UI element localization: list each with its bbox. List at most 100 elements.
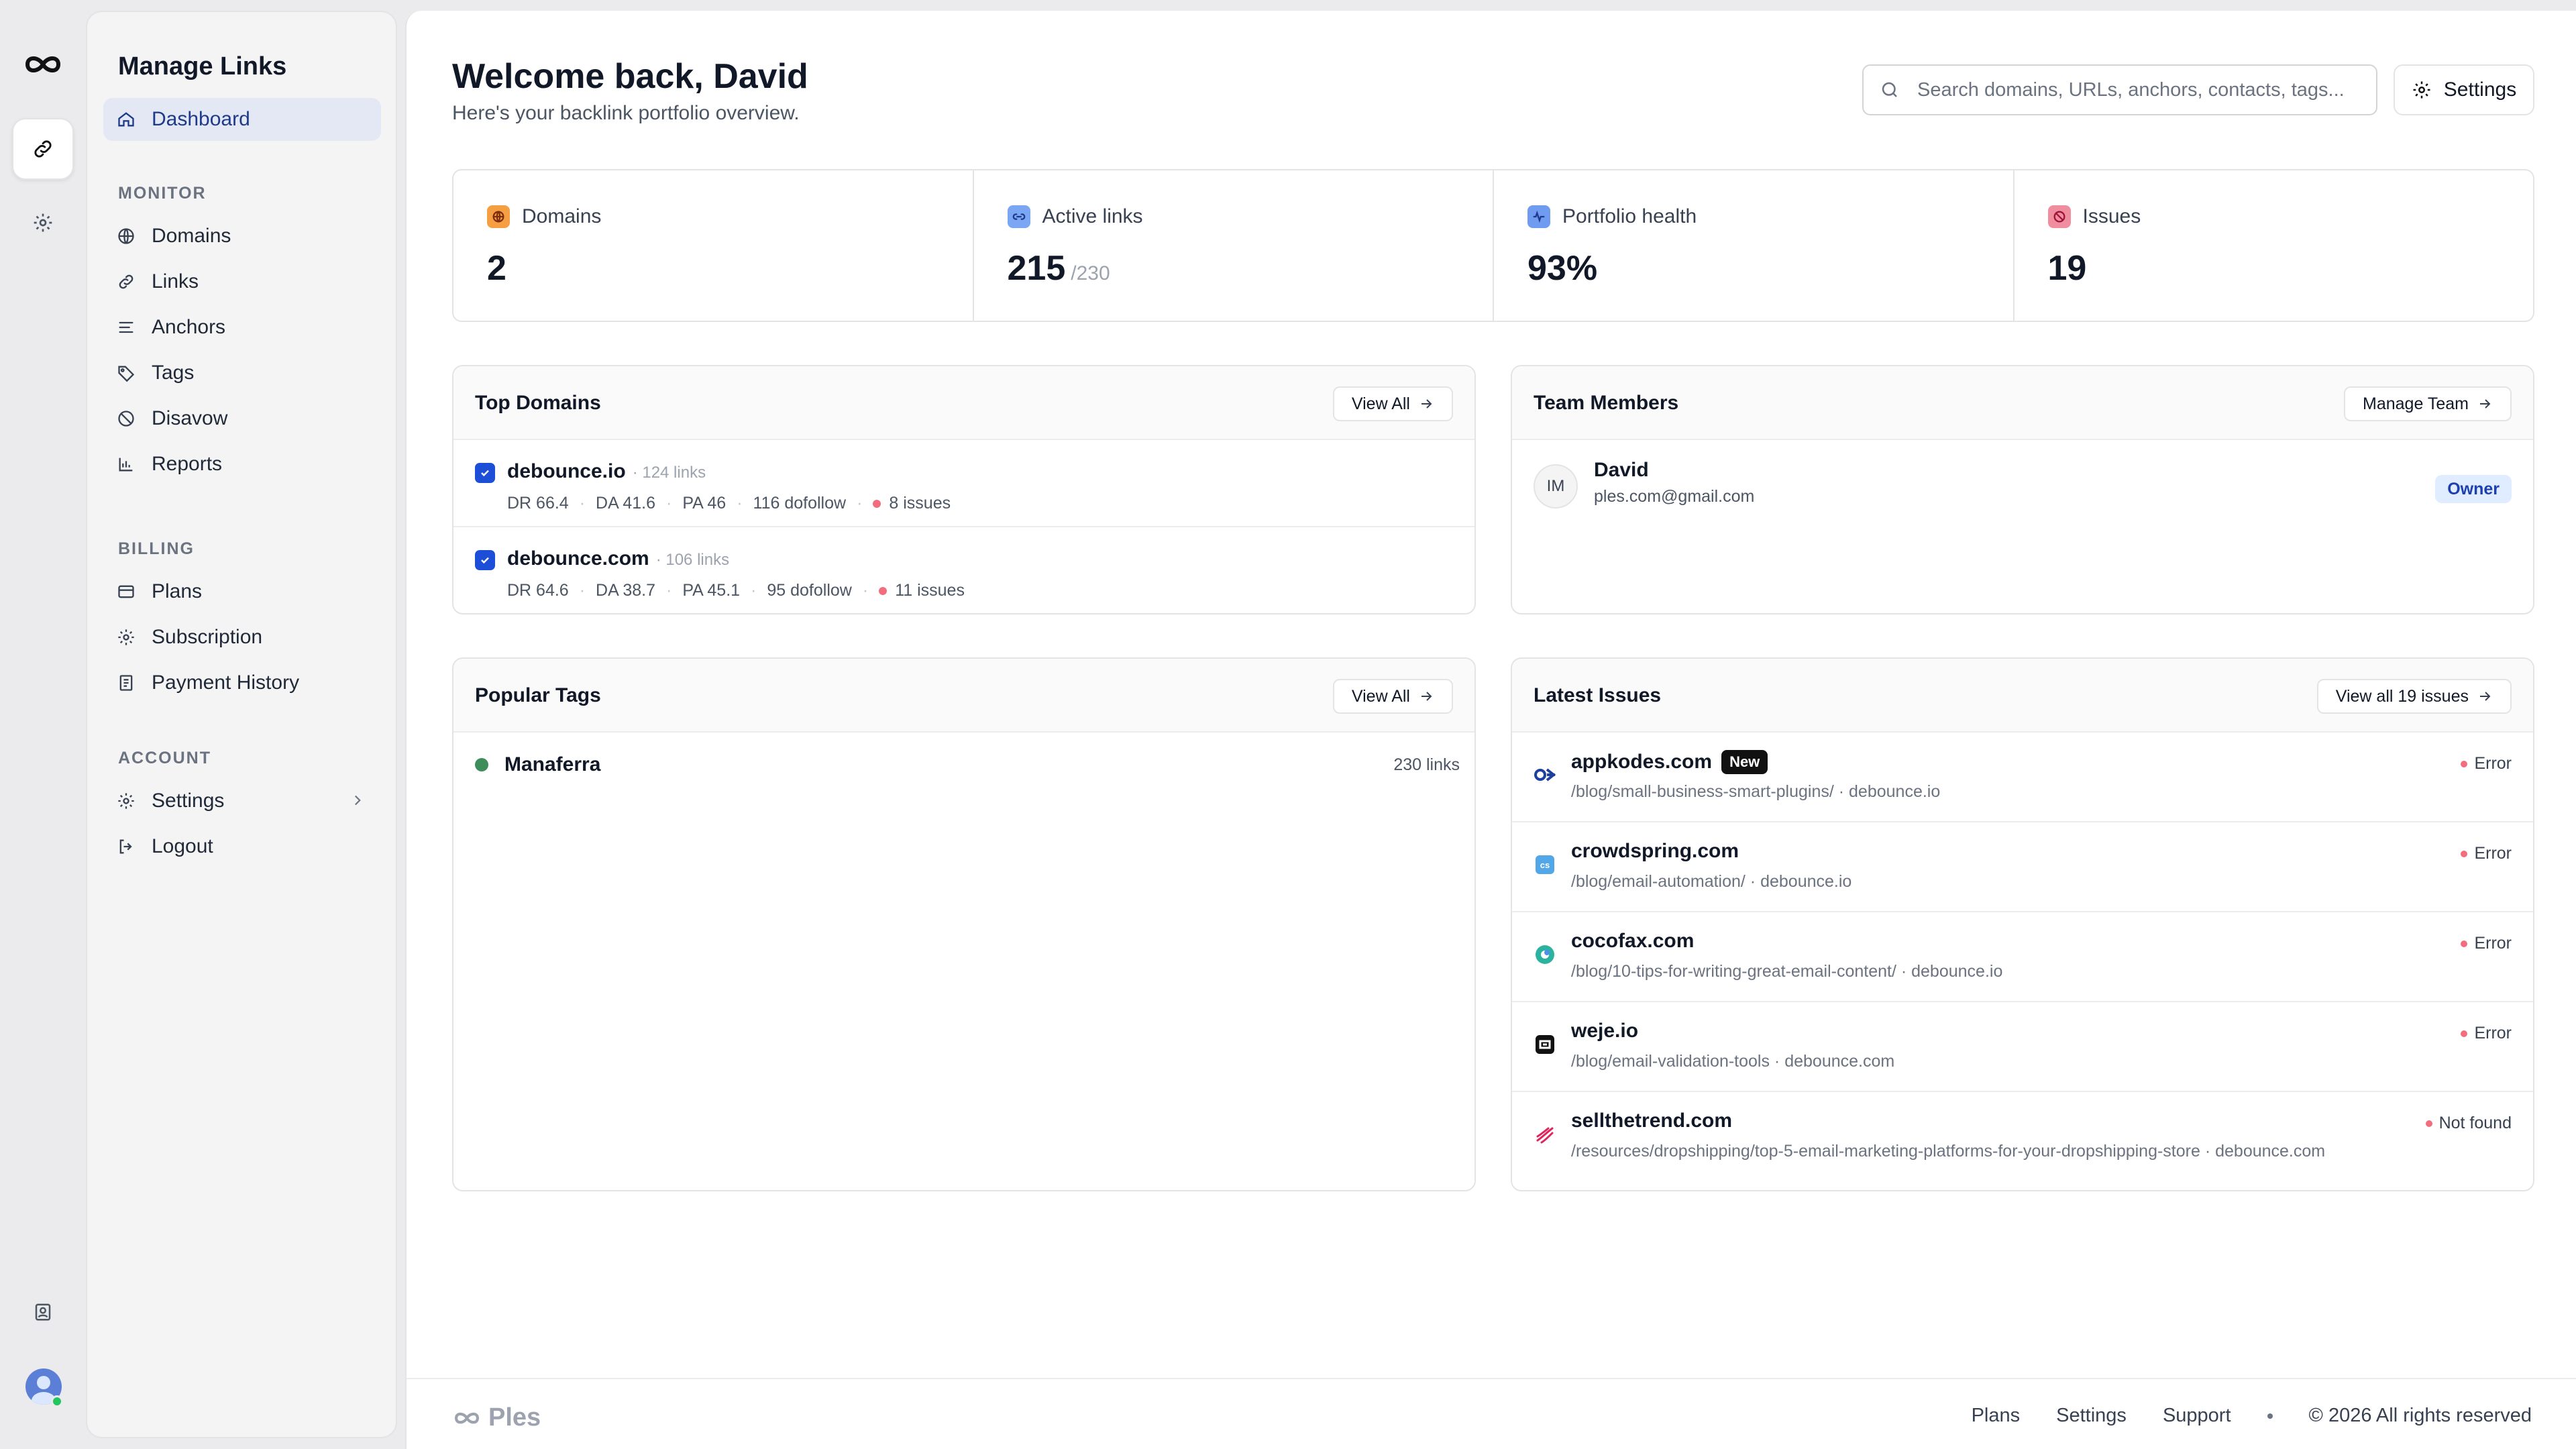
status-badge: Error (2474, 844, 2512, 863)
metric-dr: DR 64.6 (507, 581, 569, 600)
appkodes-logo-icon (1534, 763, 1556, 786)
issue-domain: cocofax.com (1571, 930, 1695, 952)
button-label: Manage Team (2363, 394, 2469, 413)
sidebar-item-disavow[interactable]: Disavow (103, 397, 381, 440)
stat-label: Issues (2082, 205, 2141, 227)
stat-value: 93% (1527, 249, 1598, 288)
ban-icon (115, 408, 137, 429)
stat-label: Domains (522, 205, 602, 227)
link-icon (1007, 205, 1030, 228)
infinity-logo-icon[interactable] (22, 47, 64, 82)
metric-pa: PA 46 (682, 494, 727, 513)
footer-link-settings[interactable]: Settings (2056, 1405, 2127, 1427)
view-all-issues-button[interactable]: View all 19 issues (2316, 679, 2512, 714)
issue-path: /blog/10-tips-for-writing-great-email-co… (1571, 962, 2003, 981)
page-title: Welcome back, David (452, 57, 808, 96)
search-input[interactable] (1917, 78, 2353, 101)
search-box[interactable] (1862, 64, 2377, 115)
footer: Ples Plans Settings Support © 2026 All r… (407, 1378, 2576, 1449)
issue-row[interactable]: appkodes.com New /blog/small-business-sma… (1512, 733, 2533, 822)
receipt-icon (115, 672, 137, 694)
stat-value: 215 (1007, 249, 1066, 288)
metric-pa: PA 45.1 (682, 581, 741, 600)
sidebar-item-label: Disavow (152, 407, 228, 429)
sidebar-title: Manage Links (118, 52, 287, 80)
globe-icon (487, 205, 510, 228)
sidebar-item-tags[interactable]: Tags (103, 352, 381, 394)
rail-settings-button[interactable] (12, 192, 74, 254)
domain-row[interactable]: debounce.io · 124 links DR 66.4 · DA 41.6 ·… (453, 440, 1474, 527)
sidebar-item-label: Links (152, 270, 199, 292)
domain-row[interactable]: debounce.com · 106 links DR 64.6 · DA 38.7… (453, 527, 1474, 613)
issue-domain: crowdspring.com (1571, 840, 1739, 862)
sidebar-item-label: Anchors (152, 316, 226, 338)
settings-button[interactable]: Settings (2394, 64, 2534, 115)
rail-links-button[interactable] (12, 118, 74, 180)
metric-da: DA 38.7 (596, 581, 655, 600)
sidebar-item-links[interactable]: Links (103, 260, 381, 303)
issue-domain: sellthetrend.com (1571, 1110, 1733, 1132)
sidebar-item-dashboard[interactable]: Dashboard (103, 98, 381, 141)
main-content: Welcome back, David Here's your backlink… (405, 11, 2576, 1449)
avatar: IM (1534, 464, 1578, 508)
sidebar-item-label: Plans (152, 580, 203, 602)
rail-contacts-button[interactable] (12, 1281, 74, 1343)
footer-link-plans[interactable]: Plans (1972, 1405, 2021, 1427)
issue-row[interactable]: cocofax.com /blog/10-tips-for-writing-gr… (1512, 912, 2533, 1002)
arrow-right-icon (1418, 688, 1434, 704)
tag-count: 230 links (1393, 755, 1460, 774)
metric-issues: 8 issues (889, 494, 951, 513)
stat-issues: Issues 19 (2015, 170, 2534, 321)
globe-icon (115, 225, 137, 247)
issue-dot (873, 499, 881, 508)
status-badge: Error (2474, 1024, 2512, 1042)
tag-name: Manaferra (504, 753, 601, 775)
link-icon (32, 138, 54, 160)
domain-favicon-icon (475, 550, 495, 570)
section-billing: BILLING (118, 539, 195, 558)
tag-row[interactable]: Manaferra 230 links (475, 751, 1460, 778)
sidebar-item-anchors[interactable]: Anchors (103, 306, 381, 349)
button-label: View All (1351, 394, 1410, 413)
domain-name: debounce.io (507, 460, 626, 482)
cocofax-logo-icon (1534, 943, 1556, 966)
issue-path: /blog/small-business-smart-plugins/ · de… (1571, 782, 1941, 801)
footer-logo[interactable]: Ples (451, 1403, 541, 1432)
issue-row[interactable]: cs crowdspring.com /blog/email-automatio… (1512, 822, 2533, 912)
sidebar-item-payment-history[interactable]: Payment History (103, 661, 381, 704)
issue-row[interactable]: sellthetrend.com /resources/dropshipping… (1512, 1092, 2533, 1182)
stat-label: Active links (1042, 205, 1143, 227)
weje-logo-icon (1534, 1033, 1556, 1056)
gear-icon (115, 790, 137, 812)
sidebar-item-plans[interactable]: Plans (103, 570, 381, 613)
sidebar-item-reports[interactable]: Reports (103, 443, 381, 486)
card-title: Popular Tags (475, 684, 601, 706)
contacts-icon (33, 1302, 53, 1322)
card-title: Latest Issues (1534, 684, 1662, 706)
manage-team-button[interactable]: Manage Team (2344, 386, 2512, 421)
section-account: ACCOUNT (118, 749, 211, 767)
sidebar-item-domains[interactable]: Domains (103, 215, 381, 258)
metric-issues: 11 issues (895, 581, 965, 600)
icon-rail (0, 0, 86, 1449)
status-dot (2461, 1030, 2468, 1037)
stat-label: Portfolio health (1562, 205, 1697, 227)
sidebar-item-logout[interactable]: Logout (103, 825, 381, 868)
gear-icon (2412, 80, 2432, 100)
sidebar-item-settings[interactable]: Settings (103, 780, 381, 822)
view-all-tags-button[interactable]: View All (1332, 679, 1453, 714)
popular-tags-card: Popular Tags View All Manaferra 230 link… (452, 657, 1476, 1191)
sidebar: Manage Links Dashboard MONITOR Domains L… (86, 11, 397, 1438)
credit-card-icon (115, 581, 137, 602)
issue-row[interactable]: weje.io /blog/email-validation-tools · d… (1512, 1002, 2533, 1092)
footer-link-support[interactable]: Support (2163, 1405, 2231, 1427)
view-all-domains-button[interactable]: View All (1332, 386, 1453, 421)
sidebar-item-subscription[interactable]: Subscription (103, 616, 381, 659)
domain-favicon-icon (475, 463, 495, 483)
metric-dofollow: 95 dofollow (767, 581, 852, 600)
new-badge: New (1721, 750, 1768, 774)
chevron-right-icon (349, 792, 366, 809)
link-icon (115, 271, 137, 292)
home-icon (115, 109, 137, 130)
status-dot (2461, 760, 2468, 767)
